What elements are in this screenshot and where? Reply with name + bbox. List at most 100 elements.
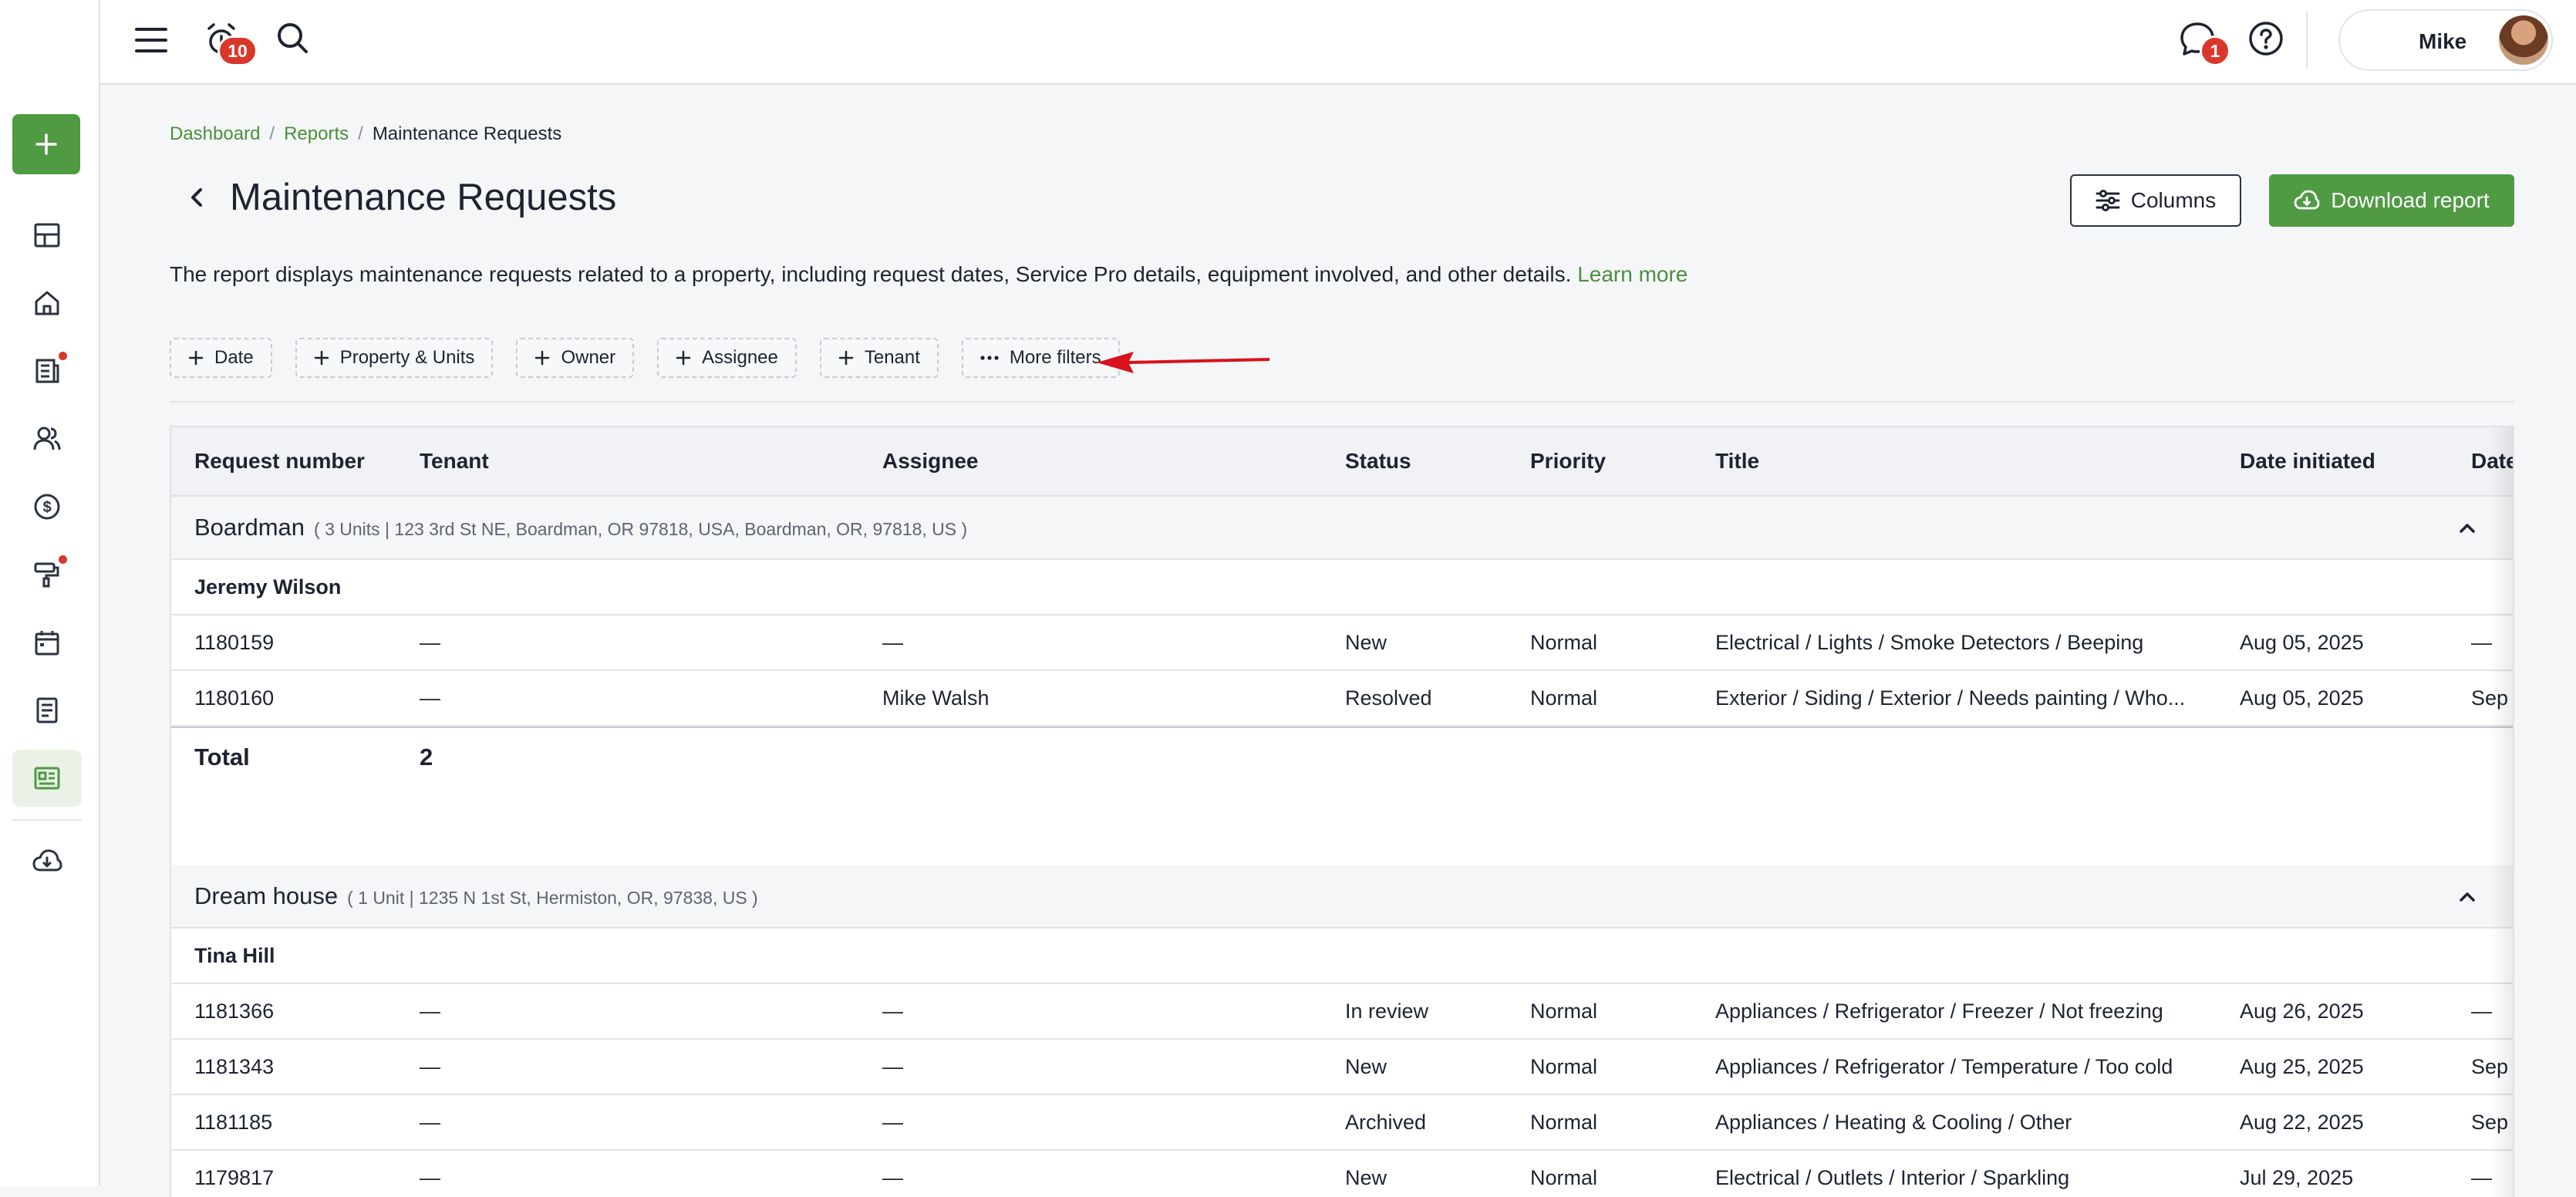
learn-more-link[interactable]: Learn more xyxy=(1577,262,1688,286)
filter-property-units[interactable]: Property & Units xyxy=(295,338,494,378)
title-cell: Exterior / Siding / Exterior / Needs pai… xyxy=(1715,686,2186,710)
sidebar-item-accounting[interactable]: $ xyxy=(12,478,82,535)
table-header: Request number Tenant Assignee Status Pr… xyxy=(171,427,2513,497)
sidebar-item-dashboard[interactable] xyxy=(12,207,82,264)
report-table: Request number Tenant Assignee Status Pr… xyxy=(170,426,2514,1197)
filter-owner[interactable]: Owner xyxy=(516,338,635,378)
tenant-cell: — xyxy=(420,1055,440,1078)
filter-assignee[interactable]: Assignee xyxy=(657,338,797,378)
tenant-name: Tina Hill xyxy=(194,944,275,967)
plus-icon xyxy=(838,350,854,366)
table-row[interactable]: 1181366 — — In review Normal Appliances … xyxy=(171,984,2513,1040)
user-menu[interactable]: Mike xyxy=(2338,9,2553,71)
tenant-cell: — xyxy=(420,1166,440,1189)
chevron-up-icon[interactable] xyxy=(2456,885,2479,909)
chevron-up-icon[interactable] xyxy=(2456,517,2479,540)
cloud-download-icon xyxy=(32,849,62,872)
column-header[interactable]: Priority xyxy=(1530,449,1606,474)
table-row[interactable]: 1180160 — Mike Walsh Resolved Normal Ext… xyxy=(171,671,2513,727)
sidebar-item-maintenance[interactable] xyxy=(12,546,82,603)
status-cell: New xyxy=(1345,1166,1387,1189)
sidebar-item-properties[interactable] xyxy=(12,275,82,332)
svg-text:$: $ xyxy=(42,499,51,516)
request-number: 1180160 xyxy=(194,686,275,710)
assignee-cell: — xyxy=(882,1166,903,1189)
sidebar-item-calendar[interactable] xyxy=(12,614,82,671)
column-header[interactable]: Title xyxy=(1715,449,1759,474)
sidebar-item-news[interactable] xyxy=(12,342,82,400)
breadcrumb: Dashboard / Reports / Maintenance Reques… xyxy=(170,123,561,145)
description-text: The report displays maintenance requests… xyxy=(170,262,1572,286)
add-button[interactable] xyxy=(12,114,80,174)
main-content: Dashboard / Reports / Maintenance Reques… xyxy=(102,86,2576,1197)
title-cell: Electrical / Outlets / Interior / Sparkl… xyxy=(1715,1166,2070,1189)
title-cell: Appliances / Refrigerator / Freezer / No… xyxy=(1715,1000,2163,1023)
cloud-download-icon xyxy=(2294,190,2320,210)
section-divider xyxy=(170,401,2514,403)
annotation-arrow-icon xyxy=(1097,352,1269,373)
table-row[interactable]: 1181343 — — New Normal Appliances / Refr… xyxy=(171,1040,2513,1095)
total-value: 2 xyxy=(420,743,433,770)
column-header[interactable]: Date initiated xyxy=(2240,449,2375,474)
column-header[interactable]: Request number xyxy=(194,449,365,474)
request-number: 1180159 xyxy=(194,631,275,654)
plus-icon xyxy=(188,350,204,366)
column-header[interactable]: Assignee xyxy=(882,449,979,474)
priority-cell: Normal xyxy=(1530,686,1598,710)
people-icon xyxy=(33,427,61,450)
sidebar-item-people[interactable] xyxy=(12,410,82,467)
columns-button[interactable]: Columns xyxy=(2070,174,2241,227)
status-cell: Archived xyxy=(1345,1111,1427,1134)
sidebar-item-documents[interactable] xyxy=(12,682,82,739)
assignee-cell: — xyxy=(882,631,903,654)
date-initiated-cell: Aug 22, 2025 xyxy=(2240,1111,2364,1134)
table-row[interactable]: 1179817 — — New Normal Electrical / Outl… xyxy=(171,1151,2513,1197)
breadcrumb-separator: / xyxy=(269,123,275,144)
breadcrumb-dashboard[interactable]: Dashboard xyxy=(170,123,260,145)
document-icon xyxy=(36,697,58,723)
chevron-left-icon xyxy=(191,188,202,207)
download-report-button[interactable]: Download report xyxy=(2269,174,2514,227)
title-cell: Appliances / Heating & Cooling / Other xyxy=(1715,1111,2072,1134)
assignee-cell: Mike Walsh xyxy=(882,686,990,710)
breadcrumb-reports[interactable]: Reports xyxy=(284,123,349,145)
tenant-row: Jeremy Wilson xyxy=(171,560,2513,615)
sidebar-item-reports[interactable] xyxy=(12,750,82,807)
total-label: Total xyxy=(194,743,250,770)
plus-icon xyxy=(314,350,329,366)
column-header[interactable]: Status xyxy=(1345,449,1411,474)
filter-label: Assignee xyxy=(702,347,778,368)
table-row[interactable]: 1181185 — — Archived Normal Appliances /… xyxy=(171,1095,2513,1151)
request-number: 1181366 xyxy=(194,1000,275,1023)
priority-cell: Normal xyxy=(1530,631,1598,654)
sidebar-item-download[interactable] xyxy=(12,833,82,890)
date-initiated-cell: Jul 29, 2025 xyxy=(2240,1166,2354,1189)
help-icon[interactable] xyxy=(2246,19,2286,59)
search-icon[interactable] xyxy=(273,19,312,57)
notification-dot xyxy=(59,352,67,360)
reports-icon xyxy=(34,767,60,790)
dollar-icon: $ xyxy=(34,494,60,520)
calendar-icon xyxy=(35,631,59,656)
filter-date[interactable]: Date xyxy=(170,338,272,378)
filter-label: Property & Units xyxy=(339,347,475,368)
filter-label: Tenant xyxy=(864,347,920,368)
breadcrumb-current: Maintenance Requests xyxy=(372,123,562,144)
back-button[interactable] xyxy=(182,182,213,213)
assignee-cell: — xyxy=(882,1055,903,1078)
download-report-label: Download report xyxy=(2331,188,2490,212)
group-header[interactable]: Boardman ( 3 Units | 123 3rd St NE, Board… xyxy=(171,497,2513,560)
tenant-cell: — xyxy=(420,631,440,654)
group-header[interactable]: Dream house ( 1 Unit | 1235 N 1st St, Her… xyxy=(171,865,2513,929)
menu-icon[interactable] xyxy=(133,22,170,59)
filter-tenant[interactable]: Tenant xyxy=(819,338,939,378)
avatar xyxy=(2499,15,2548,65)
page-title: Maintenance Requests xyxy=(230,177,617,218)
column-header[interactable]: Tenant xyxy=(420,449,489,474)
tenant-cell: — xyxy=(420,686,440,710)
priority-cell: Normal xyxy=(1530,1111,1598,1134)
paint-roller-icon xyxy=(34,562,59,588)
table-row[interactable]: 1180159 — — New Normal Electrical / Ligh… xyxy=(171,615,2513,671)
status-cell: New xyxy=(1345,1055,1387,1078)
filter-label: Owner xyxy=(561,347,616,368)
